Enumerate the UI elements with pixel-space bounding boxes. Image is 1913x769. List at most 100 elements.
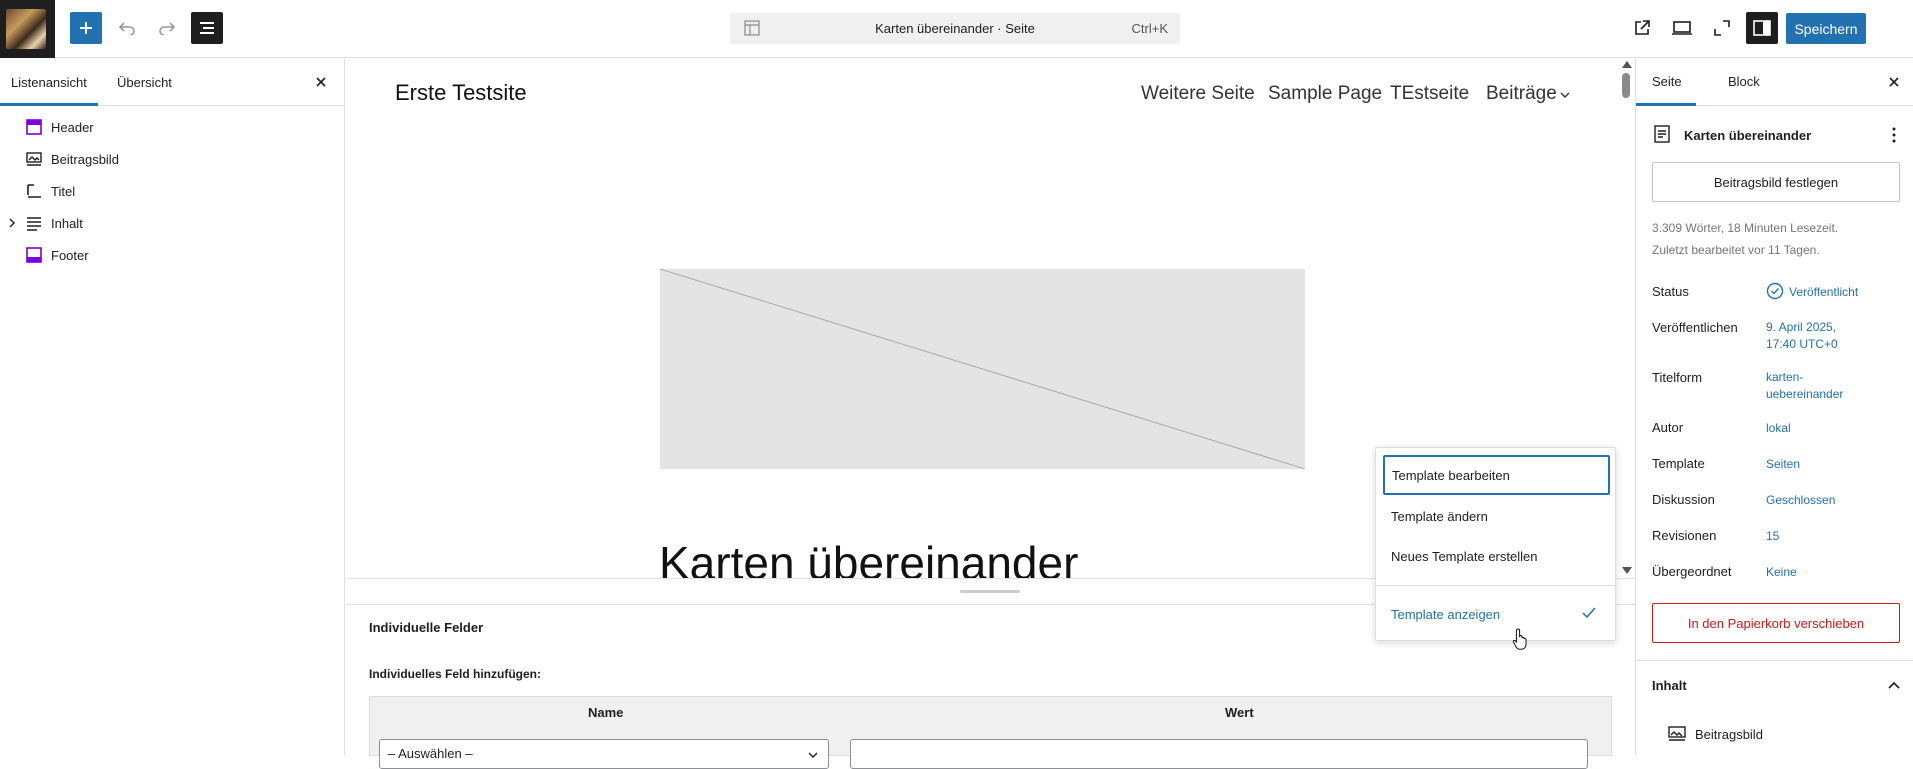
revisions-label: Revisionen bbox=[1652, 528, 1717, 543]
settings-toggle-button[interactable] bbox=[1746, 12, 1778, 44]
publish-label: Veröffentlichen bbox=[1652, 320, 1738, 335]
add-custom-field-label: Individuelles Feld hinzufügen: bbox=[369, 667, 542, 681]
canvas-scrollbar-thumb[interactable] bbox=[1622, 73, 1630, 98]
resize-handle[interactable] bbox=[960, 590, 1020, 593]
custom-fields-title[interactable]: Individuelle Felder bbox=[369, 620, 483, 635]
list-item-label: Header bbox=[51, 120, 94, 135]
revisions-value[interactable]: 15 bbox=[1766, 528, 1779, 545]
add-block-button[interactable] bbox=[70, 12, 102, 44]
menu-item-change-template[interactable]: Template ändern bbox=[1383, 496, 1610, 536]
nav-link-label: Beiträge bbox=[1486, 83, 1557, 104]
slug-line2: uebereinander bbox=[1766, 387, 1844, 401]
publish-date-value[interactable]: 9. April 2025, 17:40 UTC+0 bbox=[1766, 319, 1838, 353]
publish-date-line2: 17:40 UTC+0 bbox=[1766, 337, 1838, 351]
save-button[interactable]: Speichern bbox=[1786, 13, 1866, 44]
menu-item-show-template[interactable]: Template anzeigen bbox=[1383, 594, 1610, 634]
set-featured-image-button[interactable]: Beitragsbild festlegen bbox=[1652, 162, 1900, 202]
sidebar-icon bbox=[1753, 20, 1771, 36]
site-title[interactable]: Erste Testsite bbox=[395, 80, 527, 106]
chevron-up-icon bbox=[1888, 681, 1900, 689]
list-item-header[interactable]: Header bbox=[0, 111, 344, 143]
custom-field-value-input[interactable] bbox=[850, 739, 1588, 769]
slug-label: Titelform bbox=[1652, 370, 1703, 385]
template-options-menu: Template bearbeiten Template ändern Neue… bbox=[1375, 447, 1616, 641]
nav-link-beitraege[interactable]: Beiträge bbox=[1486, 83, 1557, 105]
close-sidebar-button[interactable] bbox=[1884, 72, 1904, 92]
list-item-content[interactable]: Inhalt bbox=[0, 207, 344, 239]
list-view-tabs: Listenansicht Übersicht bbox=[0, 58, 344, 106]
editor-top-bar: Karten übereinander · Seite Ctrl+K Speic… bbox=[0, 0, 1913, 58]
select-value: – Auswählen – bbox=[388, 746, 473, 761]
external-link-icon bbox=[1635, 20, 1650, 35]
published-check-icon bbox=[1766, 282, 1784, 300]
menu-item-edit-template[interactable]: Template bearbeiten bbox=[1383, 455, 1610, 495]
featured-image-placeholder[interactable] bbox=[660, 269, 1305, 469]
close-list-view-button[interactable] bbox=[311, 72, 331, 92]
redo-button[interactable] bbox=[151, 12, 183, 44]
collapse-content-button[interactable] bbox=[1884, 676, 1904, 696]
page-title[interactable]: Karten übereinander bbox=[659, 536, 1078, 578]
list-item-title[interactable]: Titel bbox=[0, 175, 344, 207]
tab-block[interactable]: Block bbox=[1728, 74, 1760, 89]
scroll-up-arrow[interactable] bbox=[1622, 61, 1632, 68]
chevron-right-icon[interactable] bbox=[7, 217, 17, 229]
hand-cursor-icon bbox=[1512, 628, 1527, 650]
list-view-icon bbox=[200, 22, 214, 34]
nav-link-weitere-seite[interactable]: Weitere Seite bbox=[1141, 83, 1255, 105]
redo-icon bbox=[159, 22, 176, 35]
chevron-down-icon bbox=[808, 752, 818, 758]
word-count-info: 3.309 Wörter, 18 Minuten Lesezeit. bbox=[1652, 221, 1839, 235]
author-label: Autor bbox=[1652, 420, 1684, 435]
site-icon-image bbox=[6, 9, 46, 49]
parent-value[interactable]: Keine bbox=[1766, 564, 1797, 581]
menu-separator bbox=[1376, 585, 1615, 586]
active-tab-indicator bbox=[1636, 103, 1696, 106]
tab-overview[interactable]: Übersicht bbox=[117, 75, 172, 90]
list-item-label: Beitragsbild bbox=[51, 152, 119, 167]
slug-line1: karten- bbox=[1766, 370, 1804, 384]
sidebar-tabs: Seite Block bbox=[1636, 58, 1913, 106]
list-view-panel: Listenansicht Übersicht Header Beitragsb… bbox=[0, 58, 345, 755]
slug-value[interactable]: karten- uebereinander bbox=[1766, 369, 1843, 403]
active-tab-indicator bbox=[0, 103, 98, 106]
list-item-featured-image[interactable]: Beitragsbild bbox=[0, 143, 344, 175]
custom-field-name-select[interactable]: – Auswählen – bbox=[379, 739, 829, 769]
content-panel-title[interactable]: Inhalt bbox=[1652, 678, 1687, 693]
list-item-footer[interactable]: Footer bbox=[0, 239, 344, 271]
placeholder-diagonal bbox=[660, 269, 1305, 469]
discussion-value[interactable]: Geschlossen bbox=[1766, 492, 1835, 509]
move-to-trash-button[interactable]: In den Papierkorb verschieben bbox=[1652, 603, 1900, 643]
check-icon bbox=[1582, 607, 1596, 619]
publish-date-line1: 9. April 2025, bbox=[1766, 320, 1837, 334]
menu-item-new-template[interactable]: Neues Template erstellen bbox=[1383, 536, 1610, 576]
nav-link-testseite[interactable]: TEstseite bbox=[1390, 83, 1469, 105]
page-icon bbox=[1654, 125, 1670, 143]
fullscreen-button[interactable] bbox=[1706, 12, 1738, 44]
author-value[interactable]: lokal bbox=[1766, 420, 1791, 437]
column-header-value: Wert bbox=[1225, 705, 1254, 720]
custom-fields-table: Name Wert – Auswählen – bbox=[369, 696, 1612, 769]
content-item-featured-image[interactable]: Beitragsbild bbox=[1695, 727, 1763, 742]
tab-list-view[interactable]: Listenansicht bbox=[11, 75, 87, 90]
featured-image-icon bbox=[26, 152, 42, 166]
nav-link-sample-page[interactable]: Sample Page bbox=[1268, 83, 1382, 105]
more-options-button[interactable] bbox=[1884, 125, 1904, 145]
status-value[interactable]: Veröffentlicht bbox=[1789, 284, 1858, 301]
list-item-label: Titel bbox=[51, 184, 76, 199]
scroll-down-arrow[interactable] bbox=[1622, 567, 1632, 574]
view-page-button[interactable] bbox=[1626, 12, 1658, 44]
device-preview-button[interactable] bbox=[1666, 12, 1698, 44]
document-title: Karten übereinander bbox=[1684, 128, 1812, 143]
template-label: Template bbox=[1652, 456, 1705, 471]
site-icon[interactable] bbox=[0, 0, 55, 58]
undo-button[interactable] bbox=[111, 12, 143, 44]
template-value[interactable]: Seiten bbox=[1766, 456, 1800, 473]
list-view-button[interactable] bbox=[191, 12, 223, 44]
template-part-icon bbox=[26, 247, 42, 263]
tab-page[interactable]: Seite bbox=[1652, 74, 1682, 89]
close-icon bbox=[1889, 77, 1899, 87]
document-title: Karten übereinander · Seite bbox=[875, 21, 1035, 36]
command-palette-button[interactable]: Karten übereinander · Seite Ctrl+K bbox=[730, 13, 1180, 44]
close-icon bbox=[316, 77, 326, 87]
chevron-down-icon bbox=[1560, 92, 1570, 98]
